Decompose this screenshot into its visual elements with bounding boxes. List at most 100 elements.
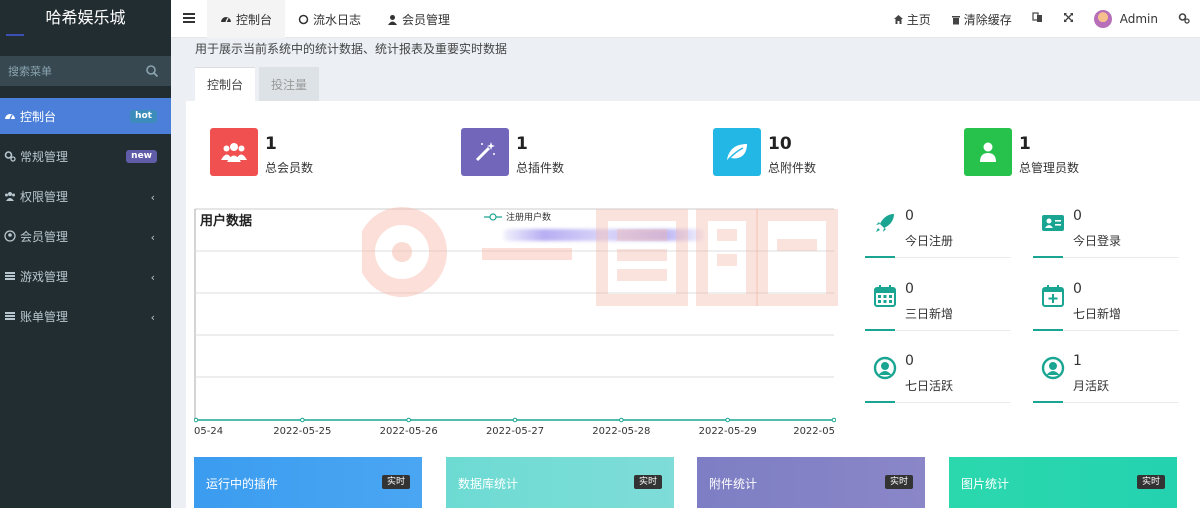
chart-data-point bbox=[725, 417, 730, 423]
card-image-stats[interactable]: 图片统计 实时 bbox=[949, 457, 1177, 508]
chart-x-tick-label: 2022-05-27 bbox=[486, 426, 544, 437]
expand-icon bbox=[1063, 12, 1074, 26]
avatar bbox=[1093, 10, 1112, 28]
user-circle-icon bbox=[1041, 356, 1065, 380]
divider bbox=[1063, 257, 1179, 258]
clear-cache-link[interactable]: 清除缓存 bbox=[941, 0, 1022, 38]
sidebar-item-label: 游戏管理 bbox=[20, 269, 69, 284]
menu-toggle-icon[interactable] bbox=[183, 12, 195, 24]
id-card-icon bbox=[1042, 215, 1064, 231]
divider bbox=[865, 329, 895, 331]
top-navbar: 控制台 流水日志 会员管理 主页 清除缓存 Admin bbox=[171, 0, 1200, 38]
divider bbox=[895, 330, 1011, 331]
users-icon bbox=[210, 128, 258, 176]
sidebar-item-general[interactable]: 常规管理 new bbox=[0, 138, 171, 174]
sidebar: 哈希娱乐城 控制台 hot 常规管理 new 权限管理 ‹ 会员管理 ‹ 游戏 bbox=[0, 0, 171, 508]
tab-dashboard[interactable]: 控制台 bbox=[207, 0, 286, 38]
chevron-left-icon: ‹ bbox=[150, 271, 155, 284]
sidebar-item-games[interactable]: 游戏管理 ‹ bbox=[0, 258, 171, 294]
card-title: 运行中的插件 bbox=[206, 477, 279, 491]
tab-members[interactable]: 会员管理 bbox=[374, 0, 463, 38]
user-circle-icon bbox=[873, 356, 897, 380]
user-menu[interactable]: Admin bbox=[1084, 0, 1168, 38]
mini-stat-label: 今日登录 bbox=[1073, 234, 1122, 248]
mini-stat-label: 七日新增 bbox=[1073, 307, 1122, 321]
mini-stat-seven-day-active: 0 七日活跃 bbox=[865, 351, 1011, 403]
chart-title: 用户数据 bbox=[200, 214, 253, 229]
divider bbox=[895, 402, 1011, 403]
chevron-left-icon: ‹ bbox=[150, 311, 155, 324]
search-input[interactable] bbox=[0, 56, 130, 86]
leaf-icon bbox=[713, 128, 761, 176]
chart-x-tick-label: 2022-05-28 bbox=[592, 426, 650, 437]
sidebar-item-label: 控制台 bbox=[20, 109, 57, 124]
stat-value: 1 bbox=[1019, 134, 1031, 154]
mini-stat-value: 0 bbox=[1073, 281, 1082, 297]
chart-x-tick-label: 2022-05-25 bbox=[273, 426, 331, 437]
mini-stat-value: 1 bbox=[1073, 353, 1082, 369]
mini-stat-value: 0 bbox=[905, 281, 914, 297]
divider bbox=[1033, 329, 1063, 331]
sidebar-item-permissions[interactable]: 权限管理 ‹ bbox=[0, 178, 171, 214]
sidebar-menu: 控制台 hot 常规管理 new 权限管理 ‹ 会员管理 ‹ 游戏管理 ‹ 账单… bbox=[0, 98, 171, 338]
chart-data-point bbox=[619, 417, 624, 423]
list-icon bbox=[4, 270, 16, 282]
calendar-plus-icon bbox=[1042, 285, 1064, 307]
stat-label: 总会员数 bbox=[265, 161, 314, 175]
legend-line-icon bbox=[484, 212, 502, 221]
chart-data-point bbox=[831, 417, 836, 423]
dashboard-icon bbox=[220, 13, 232, 25]
mini-stat-today-register: 0 今日注册 bbox=[865, 206, 1011, 258]
stat-members: 1 总会员数 bbox=[210, 128, 313, 176]
tab-bet-volume[interactable]: 投注量 bbox=[259, 67, 320, 101]
top-right-nav: 主页 清除缓存 Admin bbox=[883, 0, 1200, 38]
blurred-overlay bbox=[504, 229, 704, 241]
user-circle-icon bbox=[4, 230, 16, 242]
search-icon[interactable] bbox=[145, 64, 159, 78]
brand-logo[interactable]: 哈希娱乐城 bbox=[0, 0, 171, 38]
card-title: 附件统计 bbox=[709, 477, 758, 491]
sidebar-item-label: 权限管理 bbox=[20, 189, 69, 204]
mini-stat-label: 今日注册 bbox=[905, 234, 954, 248]
sidebar-item-dashboard[interactable]: 控制台 hot bbox=[0, 98, 171, 134]
group-icon bbox=[4, 190, 16, 202]
card-running-plugins[interactable]: 运行中的插件 实时 bbox=[194, 457, 422, 508]
tab-console[interactable]: 控制台 bbox=[195, 67, 256, 101]
chart-data-point bbox=[194, 417, 199, 423]
mini-stat-today-login: 0 今日登录 bbox=[1033, 206, 1179, 258]
sidebar-item-bills[interactable]: 账单管理 ‹ bbox=[0, 298, 171, 334]
chevron-left-icon: ‹ bbox=[150, 191, 155, 204]
clear-cache-label: 清除缓存 bbox=[963, 12, 1012, 27]
translate-button[interactable] bbox=[1022, 0, 1053, 38]
card-attachment-stats[interactable]: 附件统计 实时 bbox=[697, 457, 925, 508]
mini-stat-value: 0 bbox=[905, 208, 914, 224]
user-data-chart: 05-24 2022-05-25 2022-05-26 2022-05-27 2022-… bbox=[194, 207, 836, 439]
cogs-icon bbox=[1178, 12, 1190, 27]
mini-stat-monthly-active: 1 月活跃 bbox=[1033, 351, 1179, 403]
translate-icon bbox=[1032, 12, 1043, 26]
hot-badge: hot bbox=[130, 110, 157, 123]
stat-attachments: 10 总附件数 bbox=[713, 128, 816, 176]
app-title: 哈希娱乐城 bbox=[45, 8, 126, 27]
legend-label: 注册用户数 bbox=[506, 213, 552, 223]
stat-admins: 1 总管理员数 bbox=[964, 128, 1079, 176]
realtime-badge: 实时 bbox=[884, 475, 913, 489]
fullscreen-button[interactable] bbox=[1053, 0, 1084, 38]
chart-x-tick-label: 05-24 bbox=[194, 426, 223, 437]
divider bbox=[895, 257, 1011, 258]
stat-value: 1 bbox=[265, 134, 277, 154]
stat-label: 总插件数 bbox=[516, 161, 565, 175]
realtime-badge: 实时 bbox=[633, 475, 662, 489]
sidebar-search bbox=[0, 56, 171, 86]
card-database-stats[interactable]: 数据库统计 实时 bbox=[446, 457, 674, 508]
sidebar-item-members[interactable]: 会员管理 ‹ bbox=[0, 218, 171, 254]
mini-stat-three-day-new: 0 三日新增 bbox=[865, 279, 1011, 331]
chevron-left-icon: ‹ bbox=[150, 231, 155, 244]
brand-accent bbox=[6, 34, 24, 36]
realtime-badge: 实时 bbox=[1136, 475, 1165, 489]
tab-flow-log[interactable]: 流水日志 bbox=[285, 0, 374, 38]
top-tabs: 控制台 流水日志 会员管理 bbox=[207, 0, 463, 38]
home-link[interactable]: 主页 bbox=[883, 0, 941, 38]
mini-stat-value: 0 bbox=[905, 353, 914, 369]
settings-button[interactable] bbox=[1168, 0, 1200, 38]
